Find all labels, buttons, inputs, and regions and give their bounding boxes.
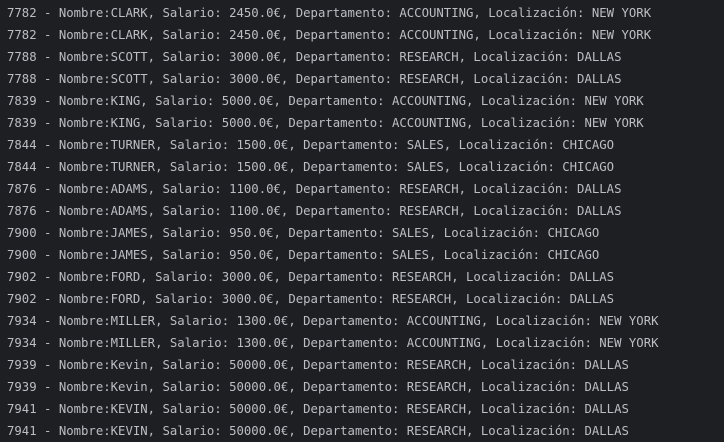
console-line: 7839 - Nombre:KING, Salario: 5000.0€, De… [7,94,644,108]
console-line: 7934 - Nombre:MILLER, Salario: 1300.0€, … [7,336,659,350]
console-line: 7788 - Nombre:SCOTT, Salario: 3000.0€, D… [7,50,622,64]
console-line: 7939 - Nombre:Kevin, Salario: 50000.0€, … [7,358,629,372]
console-output: 7782 - Nombre:CLARK, Salario: 2450.0€, D… [0,0,724,442]
console-line: 7839 - Nombre:KING, Salario: 5000.0€, De… [7,116,644,130]
console-line: 7782 - Nombre:CLARK, Salario: 2450.0€, D… [7,6,652,20]
console-line: 7788 - Nombre:SCOTT, Salario: 3000.0€, D… [7,72,622,86]
console-line: 7941 - Nombre:KEVIN, Salario: 50000.0€, … [7,424,629,438]
console-line: 7902 - Nombre:FORD, Salario: 3000.0€, De… [7,292,615,306]
console-line: 7844 - Nombre:TURNER, Salario: 1500.0€, … [7,138,615,152]
console-line: 7900 - Nombre:JAMES, Salario: 950.0€, De… [7,248,600,262]
console-line: 7902 - Nombre:FORD, Salario: 3000.0€, De… [7,270,615,284]
console-line: 7939 - Nombre:Kevin, Salario: 50000.0€, … [7,380,629,394]
console-line: 7782 - Nombre:CLARK, Salario: 2450.0€, D… [7,28,652,42]
console-line: 7844 - Nombre:TURNER, Salario: 1500.0€, … [7,160,615,174]
console-line: 7934 - Nombre:MILLER, Salario: 1300.0€, … [7,314,659,328]
console-line: 7876 - Nombre:ADAMS, Salario: 1100.0€, D… [7,204,622,218]
console-line: 7876 - Nombre:ADAMS, Salario: 1100.0€, D… [7,182,622,196]
console-line: 7900 - Nombre:JAMES, Salario: 950.0€, De… [7,226,600,240]
console-line: 7941 - Nombre:KEVIN, Salario: 50000.0€, … [7,402,629,416]
